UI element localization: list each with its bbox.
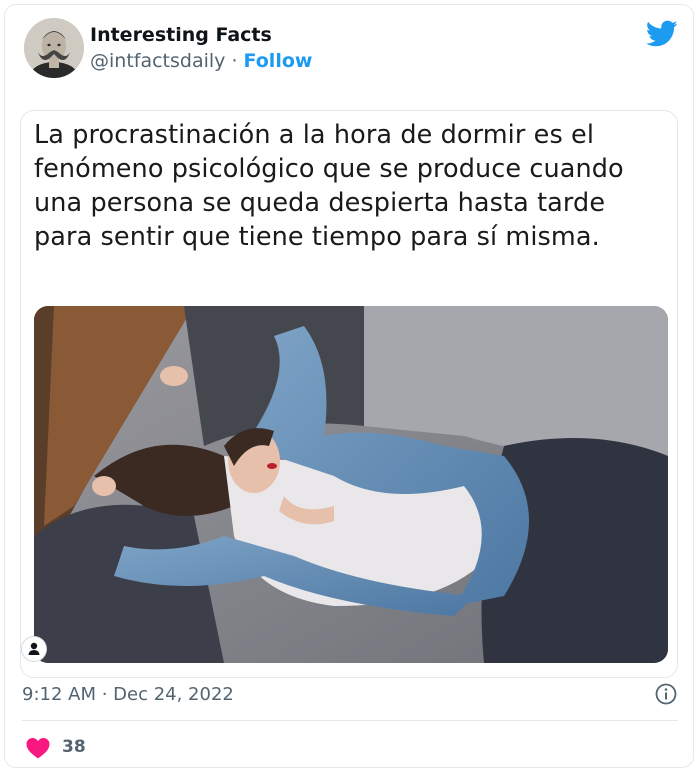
tweet-text-line: una persona se queda despierta hasta tar… [34, 188, 606, 218]
author-avatar[interactable] [24, 18, 84, 78]
portrait-avatar-icon [24, 18, 84, 78]
tweet-photo[interactable] [34, 306, 668, 663]
tweet-text-line: fenómeno psicológico que se produce cuan… [34, 154, 624, 184]
author-handle-line: @intfactsdaily · Follow [90, 50, 312, 72]
tweet-text-line: La procrastinación a la hora de dormir e… [34, 120, 595, 150]
heart-icon[interactable] [26, 737, 50, 759]
follow-button[interactable]: Follow [244, 50, 313, 72]
tweet-text-line: para sentir que tiene tiempo para sí mis… [34, 222, 600, 252]
person-icon[interactable] [22, 637, 46, 661]
tweet-text: La procrastinación a la hora de dormir e… [34, 118, 664, 254]
like-count: 38 [62, 737, 86, 757]
author-handle[interactable]: @intfactsdaily [90, 50, 225, 72]
tweet-header: Interesting Facts @intfactsdaily · Follo… [24, 18, 684, 80]
tweet-meta: 9:12 AM · Dec 24, 2022 [22, 682, 678, 708]
photo-woman-on-bed-icon [34, 306, 668, 663]
author-name[interactable]: Interesting Facts [90, 24, 272, 46]
info-icon[interactable] [654, 682, 678, 706]
handle-separator: · [231, 50, 238, 72]
divider [22, 720, 678, 721]
twitter-bird-icon[interactable] [646, 20, 678, 48]
timestamp[interactable]: 9:12 AM · Dec 24, 2022 [22, 684, 234, 705]
